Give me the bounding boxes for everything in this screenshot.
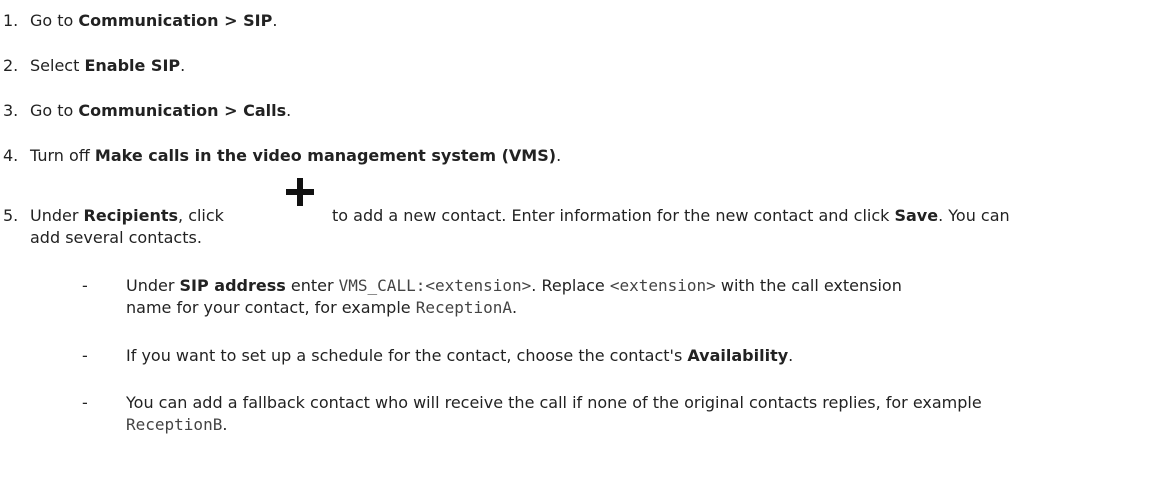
step-text: Go to [30,101,79,120]
code-sample: VMS_CALL:<extension> [338,276,532,295]
step-text: Select [30,56,85,75]
code-sample: ReceptionA [415,298,513,317]
step-number: 3. [3,101,19,120]
step-text: Turn off [30,146,95,165]
option-name: Enable SIP [84,56,181,75]
document-page: { "steps": [ {"num": "1.", "pre": "Go to… [0,0,1167,504]
bullet-dash: - [82,346,88,365]
section-name: Recipients [83,206,179,225]
step-number: 5. [3,206,19,225]
field-name: SIP address [179,276,286,295]
bullet-dash: - [82,393,88,412]
code-sample: <extension> [609,276,716,295]
save-label: Save [894,206,939,225]
code-sample: ReceptionB [126,415,223,434]
step-number: 2. [3,56,19,75]
step-text: Go to [30,11,79,30]
plus-icon [286,178,314,206]
step-number: 4. [3,146,19,165]
option-name: Make calls in the video management syste… [94,146,557,165]
menu-path: Communication > Calls [78,101,287,120]
bullet-dash: - [82,276,88,295]
field-name: Availability [687,346,789,365]
menu-path: Communication > SIP [78,11,273,30]
step-number: 1. [3,11,19,30]
